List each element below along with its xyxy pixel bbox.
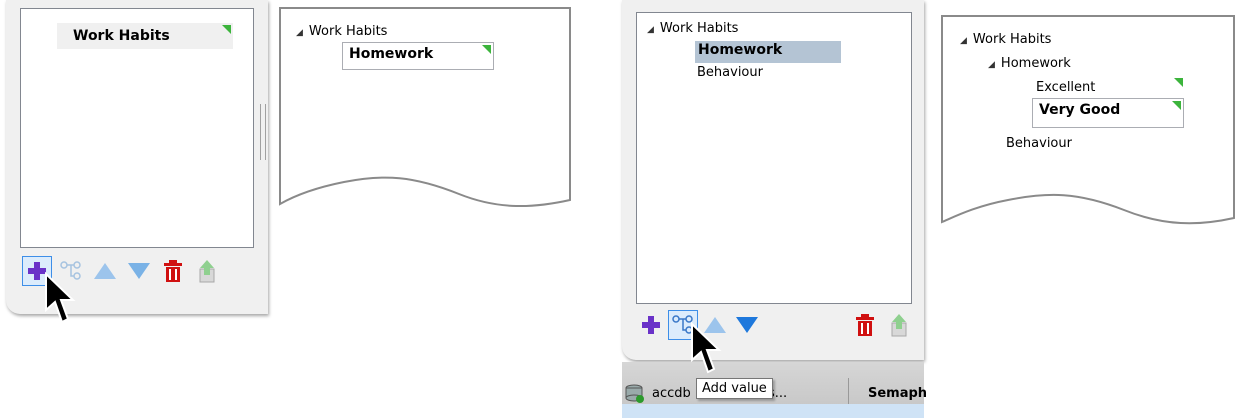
tree-node[interactable]: Behaviour [1006,136,1072,151]
panel-frame: ◢ Work Habits Homework Behaviour [622,0,924,360]
delete-button[interactable] [850,310,880,340]
export-button[interactable] [884,310,914,340]
tree-preview-2: ◢ Work Habits ◢ Homework Excellent Very Go… [936,12,1240,248]
splitter-handle[interactable] [260,104,266,160]
collapse-caret-icon[interactable]: ◢ [988,60,995,70]
modified-marker-icon [1172,101,1181,110]
collapse-caret-icon[interactable]: ◢ [647,25,654,35]
category-editor-panel: Work Habits [6,0,268,324]
toolbar-right [850,310,918,340]
tree-node[interactable]: ◢ Work Habits [960,32,1051,47]
modified-marker-icon [222,25,231,34]
move-up-icon [94,263,116,279]
move-down-button[interactable] [732,310,762,340]
delete-icon [856,314,874,336]
category-list[interactable]: Work Habits [20,8,254,248]
add-button[interactable] [636,310,666,340]
delete-button[interactable] [158,256,188,286]
value-input[interactable]: Homework [342,42,494,70]
value-input[interactable]: Very Good [1032,98,1184,128]
tree-node[interactable]: ◢ Work Habits [296,24,387,39]
tree-node[interactable]: Behaviour [697,65,763,80]
taskbar-item-label[interactable]: accdb [652,386,691,401]
tooltip: Add value [696,378,773,399]
modified-marker-icon [1174,78,1183,87]
tree-preview-1: ◢ Work Habits Homework [274,4,580,226]
list-item-label: Work Habits [73,28,170,44]
paper-background [941,15,1235,225]
category-editor-panel-2: ◢ Work Habits Homework Behaviour accdb s… [622,0,927,418]
export-icon [199,260,215,283]
move-up-button[interactable] [90,256,120,286]
collapse-caret-icon[interactable]: ◢ [296,28,303,38]
mouse-cursor-icon [45,272,76,324]
export-icon [891,314,907,337]
modified-marker-icon [482,45,491,54]
move-down-button[interactable] [124,256,154,286]
add-icon [642,316,660,334]
tree-node[interactable]: Excellent [1036,80,1095,95]
move-down-icon [736,317,758,333]
tree-node[interactable]: ◢ Homework [988,56,1071,71]
export-button[interactable] [192,256,222,286]
mouse-cursor-icon [691,322,722,374]
list-item[interactable]: Work Habits [57,23,233,49]
collapse-caret-icon[interactable]: ◢ [960,36,967,46]
delete-icon [164,260,182,282]
tree-node[interactable]: ◢ Work Habits [647,21,738,36]
category-tree[interactable]: ◢ Work Habits Homework Behaviour [636,12,912,304]
selected-tree-item[interactable]: Homework [695,41,841,63]
taskbar-item-label[interactable]: Semaph [868,386,927,401]
database-icon [625,384,644,403]
move-down-icon [128,263,150,279]
taskbar-strip [622,404,924,418]
